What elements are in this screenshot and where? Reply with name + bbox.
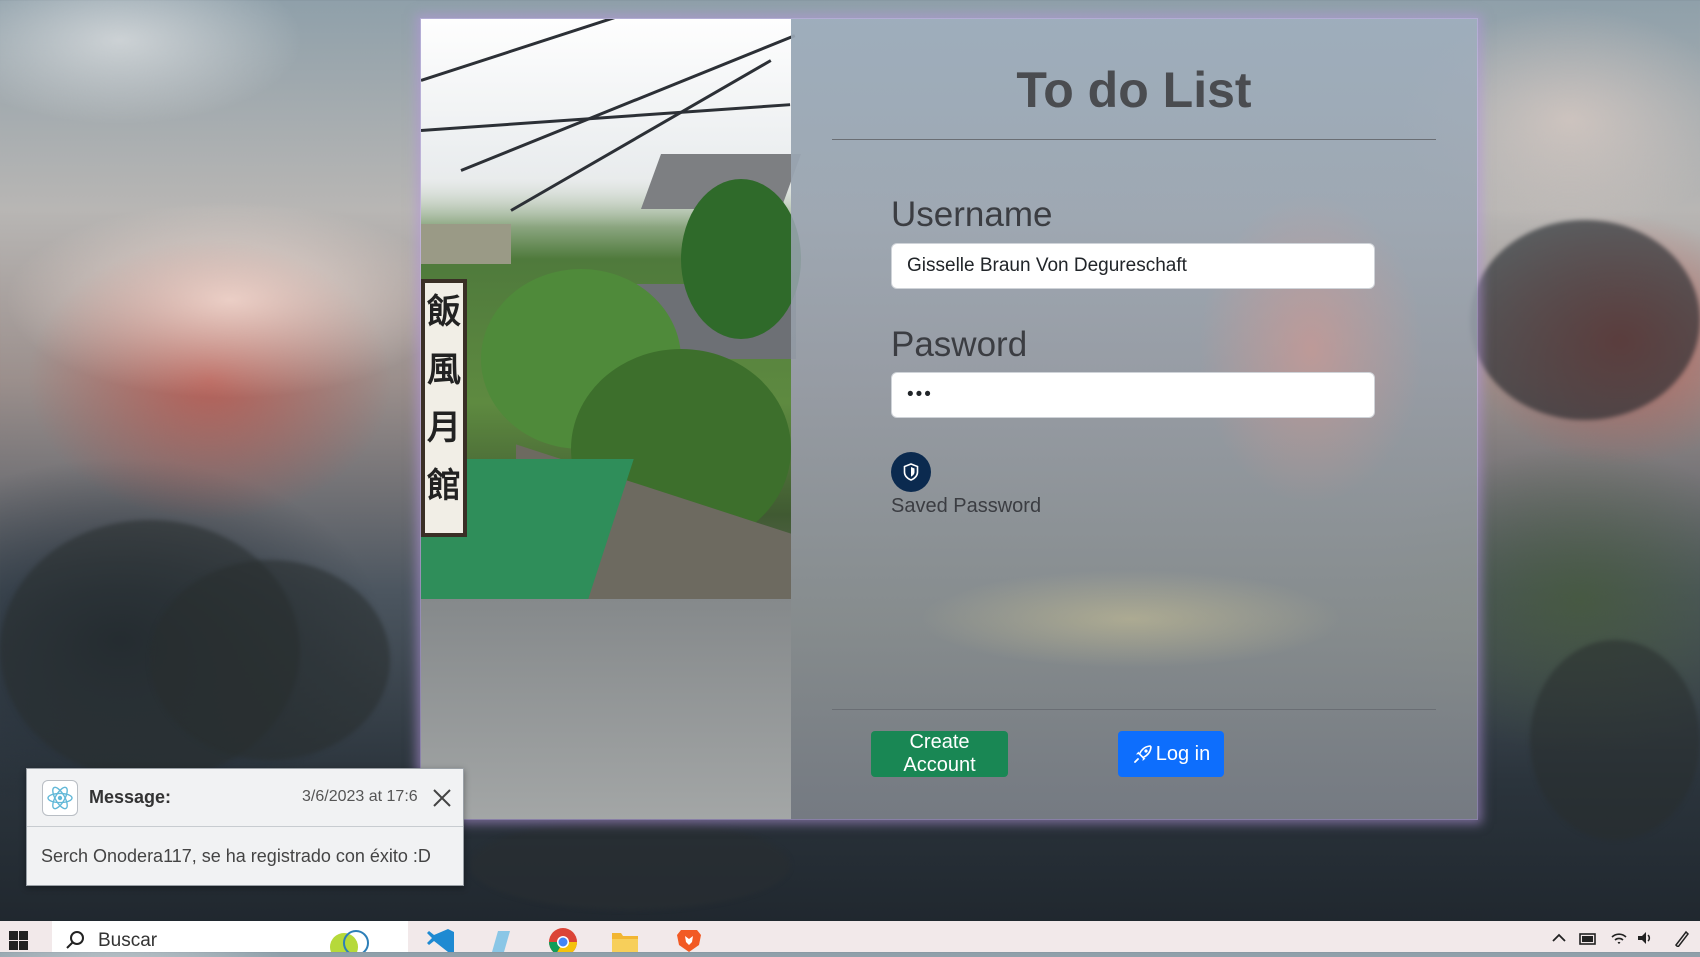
toast-header: Message: 3/6/2023 at 17:6 xyxy=(27,769,463,827)
login-button[interactable]: Log in xyxy=(1118,731,1224,777)
chevron-up-icon[interactable] xyxy=(1550,929,1568,947)
rocket-icon xyxy=(1133,745,1152,763)
react-icon xyxy=(42,780,78,816)
vscode-icon[interactable] xyxy=(424,925,458,952)
sign-char: 風 xyxy=(427,350,461,390)
title-divider xyxy=(832,139,1436,140)
widget-icon[interactable] xyxy=(316,921,380,952)
sign-char: 飯 xyxy=(427,292,461,332)
street-photo: 飯 風 月 館 xyxy=(421,19,802,819)
chrome-icon[interactable] xyxy=(546,925,580,956)
password-field[interactable] xyxy=(891,372,1375,418)
create-account-button[interactable]: Create Account xyxy=(871,731,1008,777)
password-label: Pasword xyxy=(891,325,1028,364)
edit-icon[interactable] xyxy=(484,925,518,952)
search-placeholder: Buscar xyxy=(98,930,158,951)
shop-sign: 飯 風 月 館 xyxy=(421,279,467,537)
shield-icon xyxy=(903,463,919,481)
toast-title: Message: xyxy=(89,787,172,807)
wifi-icon[interactable] xyxy=(1610,929,1628,947)
username-field[interactable] xyxy=(891,243,1375,289)
create-account-label: Create Account xyxy=(903,731,976,776)
volume-icon[interactable] xyxy=(1636,929,1654,947)
login-label: Log in xyxy=(1155,742,1211,765)
page-title: To do List xyxy=(1016,62,1252,118)
footer-divider xyxy=(832,709,1436,710)
toast-timestamp: 3/6/2023 at 17:6 xyxy=(302,788,418,805)
taskbar: Buscar xyxy=(0,921,1700,956)
notification-toast[interactable]: Message: 3/6/2023 at 17:6 Serch Onodera1… xyxy=(26,768,464,886)
brave-icon[interactable] xyxy=(672,925,706,952)
close-icon[interactable] xyxy=(431,787,453,809)
pen-icon[interactable] xyxy=(1672,929,1690,949)
login-form: To do List Username Pasword Saved Passwo… xyxy=(791,19,1477,819)
saved-password-label: Saved Password xyxy=(891,495,1042,517)
toast-message: Serch Onodera117, se ha registrado con é… xyxy=(41,846,431,866)
windows-start-icon[interactable] xyxy=(6,925,40,952)
username-label: Username xyxy=(891,195,1053,234)
saved-password-button[interactable] xyxy=(891,452,931,492)
login-window: 飯 風 月 館 To do List Username Pasword Save… xyxy=(420,18,1478,820)
taskbar-search-box[interactable]: Buscar xyxy=(52,921,408,952)
file-explorer-icon[interactable] xyxy=(608,925,642,952)
search-icon xyxy=(66,931,84,949)
sign-char: 館 xyxy=(427,466,461,506)
battery-icon[interactable] xyxy=(1578,929,1596,947)
sign-char: 月 xyxy=(427,408,461,448)
